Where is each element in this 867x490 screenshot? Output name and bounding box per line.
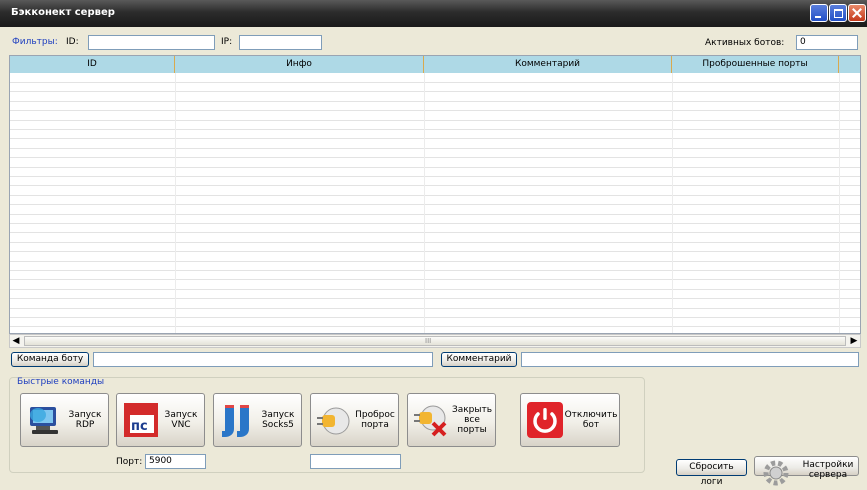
port-input[interactable]: 5900 <box>145 454 206 469</box>
maximize-button[interactable] <box>829 4 847 22</box>
svg-text:пс: пс <box>131 419 148 434</box>
window-title: Бэкконект сервер <box>11 7 115 18</box>
table-row-line <box>10 270 860 271</box>
table-row-line <box>10 120 860 121</box>
table-row-line <box>10 204 860 205</box>
server-settings-button[interactable]: Настройки сервера <box>754 456 859 486</box>
quick-commands-title: Быстрые команды <box>17 377 105 387</box>
table-row-line <box>10 110 860 111</box>
power-icon <box>527 402 563 438</box>
port-label: Порт: <box>116 457 143 467</box>
minimize-button[interactable] <box>810 4 828 22</box>
filter-bar: Фильтры: ID: IP: Активных ботов: 0 <box>0 27 867 53</box>
filters-label: Фильтры: <box>12 37 58 47</box>
table-row-line <box>10 138 860 139</box>
table-row-line <box>10 298 860 299</box>
table-row-line <box>10 157 860 158</box>
vnc-logo-icon: пс <box>124 403 158 437</box>
start-rdp-label: Запуск RDP <box>68 410 102 430</box>
table-row-line <box>10 242 860 243</box>
close-all-ports-label: Закрыть все порты <box>451 405 493 435</box>
table-row-line <box>10 91 860 92</box>
table-header: ID Инфо Комментарий Проброшенные порты <box>10 56 860 73</box>
comment-input[interactable] <box>521 352 859 367</box>
column-header-forwarded-ports[interactable]: Проброшенные порты <box>672 56 839 73</box>
reset-logs-button[interactable]: Сбросить логи <box>676 459 747 487</box>
table-row-line <box>10 176 860 177</box>
comment-button[interactable]: Комментарий <box>441 352 517 367</box>
disconnect-bot-label: Отключить бот <box>564 410 618 430</box>
table-row-line <box>10 129 860 130</box>
plug-close-icon <box>414 405 447 437</box>
table-row-line <box>10 148 860 149</box>
active-bots-count: 0 <box>796 35 858 50</box>
table-row-line <box>10 232 860 233</box>
disconnect-bot-button[interactable]: Отключить бот <box>520 393 620 447</box>
table-row-line <box>10 326 860 327</box>
rdp-computer-icon <box>30 407 58 434</box>
server-settings-label: Настройки сервера <box>802 460 854 480</box>
table-row-line <box>10 101 860 102</box>
table-row-line <box>10 279 860 280</box>
plug-icon <box>317 407 350 435</box>
active-bots-label: Активных ботов: <box>705 38 785 48</box>
command-input[interactable] <box>93 352 433 367</box>
table-column-line <box>424 73 425 333</box>
table-row-line <box>10 185 860 186</box>
ip-filter-input[interactable] <box>239 35 322 50</box>
send-command-button[interactable]: Команда боту <box>11 352 89 367</box>
table-row-line <box>10 167 860 168</box>
ip-filter-label: IP: <box>221 37 233 47</box>
start-vnc-button[interactable]: пс Запуск VNC <box>116 393 205 447</box>
id-filter-input[interactable] <box>88 35 215 50</box>
start-socks5-label: Запуск Socks5 <box>261 410 295 430</box>
scroll-left-icon[interactable]: ◀ <box>10 335 22 347</box>
column-header-info[interactable]: Инфо <box>175 56 424 73</box>
horizontal-scrollbar[interactable]: ◀ III ▶ <box>9 334 861 348</box>
column-header-comment[interactable]: Комментарий <box>424 56 672 73</box>
table-row-line <box>10 82 860 83</box>
table-row-line <box>10 251 860 252</box>
table-row-line <box>10 317 860 318</box>
table-row-line <box>10 195 860 196</box>
scroll-grip: III <box>425 337 432 345</box>
table-row-line <box>10 289 860 290</box>
table-row-line <box>10 261 860 262</box>
start-rdp-button[interactable]: Запуск RDP <box>20 393 109 447</box>
table-column-line <box>839 73 840 333</box>
table-column-line <box>175 73 176 333</box>
table-column-line <box>672 73 673 333</box>
id-filter-label: ID: <box>66 37 79 47</box>
close-button[interactable] <box>848 4 866 22</box>
column-header-id[interactable]: ID <box>10 56 175 73</box>
table-row-line <box>10 308 860 309</box>
start-socks5-button[interactable]: Запуск Socks5 <box>213 393 302 447</box>
port-forward-label: Проброс порта <box>355 410 395 430</box>
gear-icon <box>763 460 789 486</box>
socks-icon <box>222 405 249 437</box>
bots-table[interactable]: ID Инфо Комментарий Проброшенные порты <box>9 55 861 334</box>
scroll-thumb[interactable]: III <box>24 336 846 346</box>
table-row-line <box>10 223 860 224</box>
port-forward-button[interactable]: Проброс порта <box>310 393 399 447</box>
table-row-line <box>10 214 860 215</box>
title-bar: Бэкконект сервер <box>0 0 867 27</box>
extra-input[interactable] <box>310 454 401 469</box>
start-vnc-label: Запуск VNC <box>164 410 198 430</box>
scroll-right-icon[interactable]: ▶ <box>848 335 860 347</box>
close-all-ports-button[interactable]: Закрыть все порты <box>407 393 496 447</box>
